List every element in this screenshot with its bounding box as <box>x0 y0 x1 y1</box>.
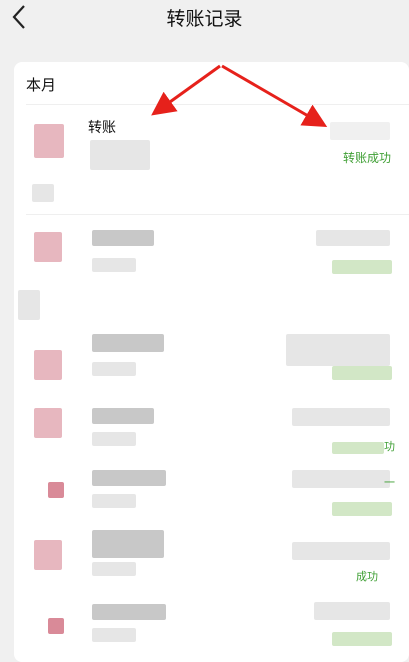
record-title-redacted <box>92 334 164 352</box>
amount-redacted <box>314 602 390 620</box>
avatar <box>34 124 64 158</box>
amount-redacted <box>316 230 390 246</box>
record-subtitle-redacted <box>90 140 150 170</box>
record-subtitle-redacted <box>92 494 136 508</box>
amount-redacted <box>286 334 390 366</box>
record-subtitle-redacted <box>92 432 136 446</box>
records-card: 本月 转账 转账成功 功 一 成功 <box>14 62 409 662</box>
amount-redacted <box>292 408 390 426</box>
nav-bar: 转账记录 <box>0 0 409 50</box>
status-redacted <box>332 502 392 516</box>
month-header: 本月 <box>26 77 57 94</box>
divider <box>26 214 409 215</box>
status-redacted <box>332 442 384 454</box>
record-title-redacted <box>92 604 166 620</box>
amount-redacted <box>292 542 390 560</box>
avatar <box>34 540 62 570</box>
status-fragment: 成功 <box>356 571 378 583</box>
record-title: 转账 <box>88 119 116 135</box>
record-title-redacted <box>92 408 154 424</box>
divider <box>26 104 409 105</box>
record-subtitle-redacted <box>92 562 136 576</box>
record-title-redacted <box>92 470 166 486</box>
avatar <box>34 350 62 380</box>
avatar <box>48 618 64 634</box>
status-redacted <box>332 260 392 274</box>
record-subtitle-redacted <box>92 362 136 376</box>
page-title: 转账记录 <box>166 9 243 30</box>
status-redacted <box>332 632 392 646</box>
record-subtitle-redacted <box>92 628 136 642</box>
record-title-redacted <box>92 230 154 246</box>
amount-redacted <box>330 122 390 140</box>
redacted-date <box>18 290 40 320</box>
status-fragment: 一 <box>384 477 395 489</box>
amount-redacted <box>292 470 390 488</box>
avatar <box>34 408 62 438</box>
avatar <box>48 482 64 498</box>
status-redacted <box>332 366 392 380</box>
left-edge <box>0 0 8 659</box>
redacted-date <box>32 184 54 202</box>
record-title-redacted <box>92 530 164 558</box>
transfer-status: 转账成功 <box>342 151 391 165</box>
avatar <box>34 232 62 262</box>
record-subtitle-redacted <box>92 258 136 272</box>
status-fragment: 功 <box>384 441 395 453</box>
